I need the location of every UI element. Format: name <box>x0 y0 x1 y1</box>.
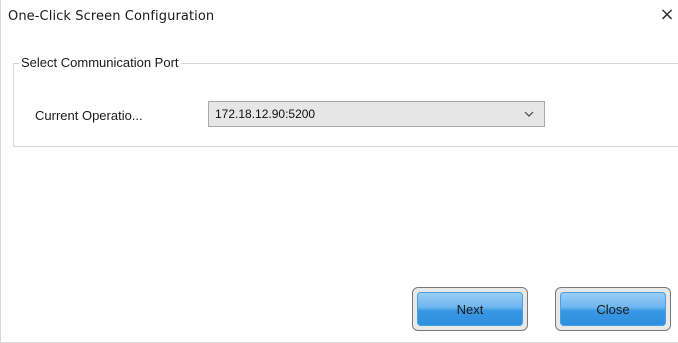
dialog-title: One-Click Screen Configuration <box>8 9 215 24</box>
title-bar: One-Click Screen Configuration × <box>1 0 678 30</box>
next-button[interactable]: Next <box>412 287 528 331</box>
group-legend: Select Communication Port <box>19 55 181 70</box>
communication-port-select[interactable]: 172.18.12.90:5200 <box>208 101 545 127</box>
chevron-down-icon <box>524 111 534 117</box>
next-button-label: Next <box>417 292 523 326</box>
close-icon[interactable]: × <box>659 6 675 24</box>
one-click-config-dialog: One-Click Screen Configuration × Select … <box>0 0 678 343</box>
selected-port-value: 172.18.12.90:5200 <box>215 107 316 121</box>
current-operation-label: Current Operatio... <box>35 108 143 123</box>
close-button-label: Close <box>560 292 666 326</box>
close-button[interactable]: Close <box>555 287 671 331</box>
